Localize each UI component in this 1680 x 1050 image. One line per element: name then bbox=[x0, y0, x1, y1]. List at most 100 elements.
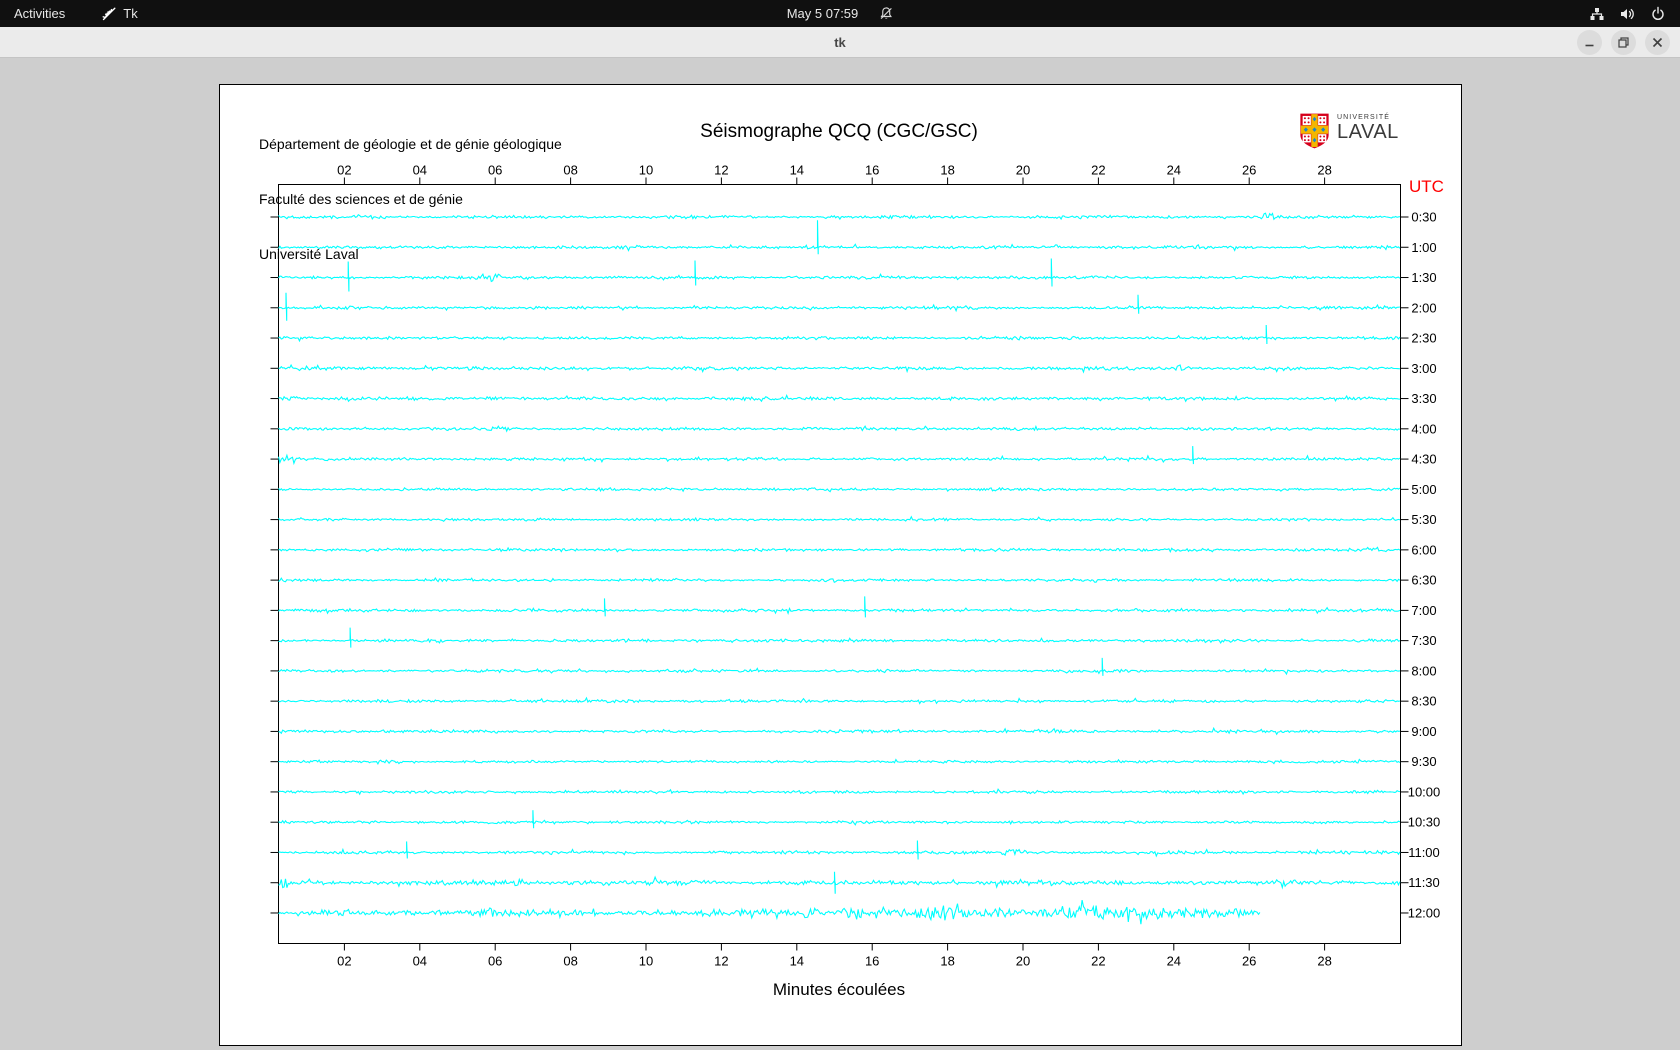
volume-icon[interactable] bbox=[1619, 6, 1636, 22]
x-tick-label-bottom: 28 bbox=[1317, 954, 1331, 969]
time-label: 10:30 bbox=[1408, 815, 1441, 830]
trace-row bbox=[278, 393, 1400, 403]
x-tick-label-bottom: 08 bbox=[563, 954, 577, 969]
time-label: 6:00 bbox=[1411, 542, 1436, 557]
trace-row bbox=[278, 637, 1401, 644]
x-tick-label-bottom: 24 bbox=[1167, 954, 1181, 969]
restore-icon bbox=[1618, 37, 1629, 48]
x-tick-label-top: 12 bbox=[714, 163, 728, 178]
trace-spike bbox=[406, 841, 408, 859]
trace-spike bbox=[833, 871, 836, 894]
x-tick-label-bottom: 20 bbox=[1016, 954, 1030, 969]
x-tick-label-top: 24 bbox=[1167, 163, 1181, 178]
trace-row bbox=[278, 424, 1401, 433]
x-tick-label-top: 18 bbox=[940, 163, 954, 178]
minimize-icon bbox=[1585, 44, 1594, 47]
trace-spike bbox=[603, 598, 606, 617]
time-label: 7:00 bbox=[1411, 603, 1436, 618]
trace-row bbox=[278, 212, 1401, 221]
x-tick-label-bottom: 26 bbox=[1242, 954, 1256, 969]
time-label: 10:00 bbox=[1408, 784, 1441, 799]
trace-row bbox=[278, 899, 1261, 925]
time-label: 9:00 bbox=[1411, 724, 1436, 739]
trace-row bbox=[278, 606, 1401, 616]
x-tick-label-top: 08 bbox=[563, 163, 577, 178]
trace-spike bbox=[694, 260, 697, 286]
x-tick-label-top: 16 bbox=[865, 163, 879, 178]
trace-spike bbox=[1192, 446, 1194, 465]
time-label: 6:30 bbox=[1411, 573, 1436, 588]
x-tick-label-bottom: 16 bbox=[865, 954, 879, 969]
time-label: 5:30 bbox=[1411, 512, 1436, 527]
close-button[interactable] bbox=[1645, 30, 1670, 55]
x-tick-label-top: 14 bbox=[790, 163, 804, 178]
x-tick-label-top: 26 bbox=[1242, 163, 1256, 178]
trace-spike bbox=[1101, 657, 1104, 676]
trace-row bbox=[278, 243, 1401, 252]
trace-row bbox=[278, 363, 1400, 374]
trace-spike bbox=[347, 261, 350, 292]
time-label: 1:30 bbox=[1411, 270, 1436, 285]
trace-spike bbox=[532, 810, 535, 829]
x-tick-label-bottom: 02 bbox=[337, 954, 351, 969]
x-tick-label-bottom: 04 bbox=[413, 954, 427, 969]
trace-row bbox=[278, 486, 1401, 493]
x-tick-label-bottom: 22 bbox=[1091, 954, 1105, 969]
clock-label[interactable]: May 5 07:59 bbox=[787, 6, 859, 21]
window-title: tk bbox=[834, 35, 846, 50]
time-label: 3:00 bbox=[1411, 361, 1436, 376]
trace-row bbox=[278, 272, 1401, 283]
restore-button[interactable] bbox=[1611, 30, 1636, 55]
trace-row bbox=[278, 819, 1401, 826]
time-label: 0:30 bbox=[1411, 210, 1436, 225]
x-tick-label-top: 04 bbox=[413, 163, 427, 178]
x-tick-label-top: 02 bbox=[337, 163, 351, 178]
x-tick-label-bottom: 06 bbox=[488, 954, 502, 969]
tk-window-background: Département de géologie et de génie géol… bbox=[0, 58, 1680, 1050]
trace-spike bbox=[864, 596, 866, 618]
x-tick-label-top: 20 bbox=[1016, 163, 1030, 178]
trace-spike bbox=[1137, 294, 1140, 314]
time-label: 3:30 bbox=[1411, 391, 1436, 406]
window-titlebar[interactable]: tk bbox=[0, 27, 1680, 58]
trace-row bbox=[278, 696, 1401, 705]
trace-row bbox=[278, 546, 1401, 554]
app-menu-label: Tk bbox=[123, 6, 138, 21]
trace-row bbox=[278, 303, 1400, 313]
trace-row bbox=[278, 758, 1401, 766]
tk-feather-icon bbox=[101, 6, 117, 22]
trace-row bbox=[278, 726, 1400, 736]
time-label: 8:30 bbox=[1411, 694, 1436, 709]
x-tick-label-bottom: 18 bbox=[940, 954, 954, 969]
x-tick-label-top: 28 bbox=[1317, 163, 1331, 178]
app-menu-button[interactable]: Tk bbox=[101, 6, 138, 22]
time-label: 2:00 bbox=[1411, 300, 1436, 315]
x-tick-label-top: 06 bbox=[488, 163, 502, 178]
x-tick-label-bottom: 12 bbox=[714, 954, 728, 969]
trace-spike bbox=[816, 220, 819, 255]
trace-row bbox=[278, 788, 1400, 796]
utc-label: UTC bbox=[1409, 177, 1444, 196]
power-icon[interactable] bbox=[1650, 6, 1666, 22]
x-tick-label-bottom: 14 bbox=[790, 954, 804, 969]
activities-label: Activities bbox=[14, 6, 66, 21]
x-tick-label-top: 10 bbox=[639, 163, 653, 178]
time-label: 2:30 bbox=[1411, 331, 1436, 346]
time-label: 7:30 bbox=[1411, 633, 1436, 648]
x-tick-label-top: 22 bbox=[1091, 163, 1105, 178]
time-label: 4:00 bbox=[1411, 421, 1436, 436]
activities-button[interactable]: Activities bbox=[0, 0, 79, 27]
network-icon[interactable] bbox=[1589, 6, 1605, 22]
time-label: 5:00 bbox=[1411, 482, 1436, 497]
close-icon bbox=[1652, 37, 1663, 48]
x-axis-title: Minutes écoulées bbox=[772, 980, 906, 999]
minimize-button[interactable] bbox=[1577, 30, 1602, 55]
trace-spike bbox=[285, 292, 288, 321]
trace-row bbox=[278, 334, 1401, 343]
time-label: 9:30 bbox=[1411, 754, 1436, 769]
time-label: 11:30 bbox=[1408, 875, 1440, 890]
seismograph-canvas: Département de géologie et de génie géol… bbox=[219, 84, 1462, 1046]
trace-spike bbox=[916, 840, 919, 860]
time-label: 1:00 bbox=[1411, 240, 1436, 255]
trace-row bbox=[278, 576, 1401, 584]
